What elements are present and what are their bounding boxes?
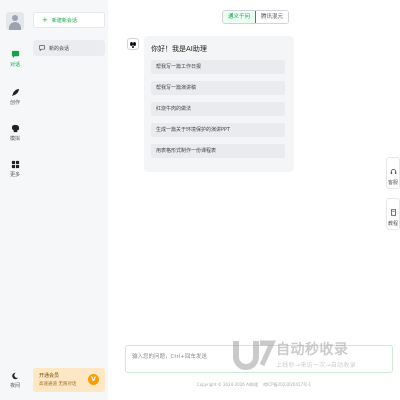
suggestion-item[interactable]: 用表格形式制作一份课程表	[151, 144, 285, 158]
rail-label-more: 更多	[9, 172, 20, 178]
suggestion-item[interactable]: 帮我写一篇工作日报	[151, 60, 285, 74]
tutorial-button[interactable]: 教程	[386, 198, 400, 230]
watermark-mark-icon	[233, 340, 276, 370]
rail-label-create: 创作	[9, 100, 20, 106]
rail-item-create[interactable]: 创作	[0, 88, 30, 106]
night-mode-label: 夜间	[9, 383, 20, 389]
welcome-greeting: 你好！我是AI助理	[151, 45, 207, 53]
conversation-label: 新的会话	[49, 45, 70, 52]
icon-rail: 对话 创作 模拟 更多 夜间	[0, 0, 30, 400]
rail-item-more[interactable]: 更多	[0, 160, 30, 178]
plus-icon: +	[42, 15, 48, 24]
avatar[interactable]	[6, 12, 24, 30]
chat-bubble-icon	[39, 45, 45, 51]
grid-icon	[11, 160, 19, 169]
headset-icon	[390, 168, 396, 174]
watermark-logo: 自动秒收录 上线秒→来访一次→自动收录	[232, 333, 382, 379]
moon-icon	[12, 372, 19, 380]
customer-service-label: 客服	[387, 180, 398, 186]
new-chat-button[interactable]: + 新建新会话	[33, 12, 105, 28]
rail-item-chat[interactable]: 对话	[0, 50, 30, 68]
book-icon	[390, 209, 396, 216]
chat-main: 通义千问 腾讯混元 你好！我是AI助理 帮我写一篇工作日报 帮我写一篇演讲稿 红…	[108, 0, 400, 400]
tutorial-label: 教程	[387, 221, 398, 227]
new-chat-label: 新建新会话	[51, 17, 77, 24]
chat-icon	[11, 50, 19, 59]
panda-avatar-icon	[127, 38, 139, 50]
watermark-subtext: 上线秒→来访一次→自动收录	[276, 362, 356, 369]
night-mode-toggle[interactable]: 夜间	[0, 372, 30, 389]
footer-copyright: Copyright © 2024-2026 AI助理 皖ICP备20230204…	[196, 382, 312, 387]
customer-service-button[interactable]: 客服	[386, 157, 400, 189]
coin-icon: V	[88, 374, 99, 385]
vip-banner[interactable]: 开通会员 高速通道 无限对话 V	[33, 368, 105, 392]
tab-hunyuan[interactable]: 腾讯混元	[256, 11, 289, 23]
welcome-card: 你好！我是AI助理 帮我写一篇工作日报 帮我写一篇演讲稿 红烧牛肉的做法 生成一…	[144, 36, 294, 172]
suggestion-item[interactable]: 帮我写一篇演讲稿	[151, 81, 285, 95]
rail-label-chat: 对话	[9, 62, 20, 68]
conversation-panel: + 新建新会话 新的会话 开通会员 高速通道 无限对话 V	[31, 10, 105, 392]
conversation-item[interactable]: 新的会话	[33, 40, 105, 56]
suggestion-item[interactable]: 红烧牛肉的做法	[151, 102, 285, 116]
head-profile-icon	[11, 124, 19, 133]
rail-item-simulate[interactable]: 模拟	[0, 124, 30, 142]
watermark-text: 自动秒收录	[276, 342, 349, 358]
feather-icon	[11, 88, 19, 97]
tab-tongyi[interactable]: 通义千问	[223, 11, 257, 23]
model-tabs: 通义千问 腾讯混元	[222, 10, 290, 24]
suggestion-item[interactable]: 生成一篇关于环境保护的演讲PPT	[151, 123, 285, 137]
rail-label-simulate: 模拟	[9, 136, 20, 142]
